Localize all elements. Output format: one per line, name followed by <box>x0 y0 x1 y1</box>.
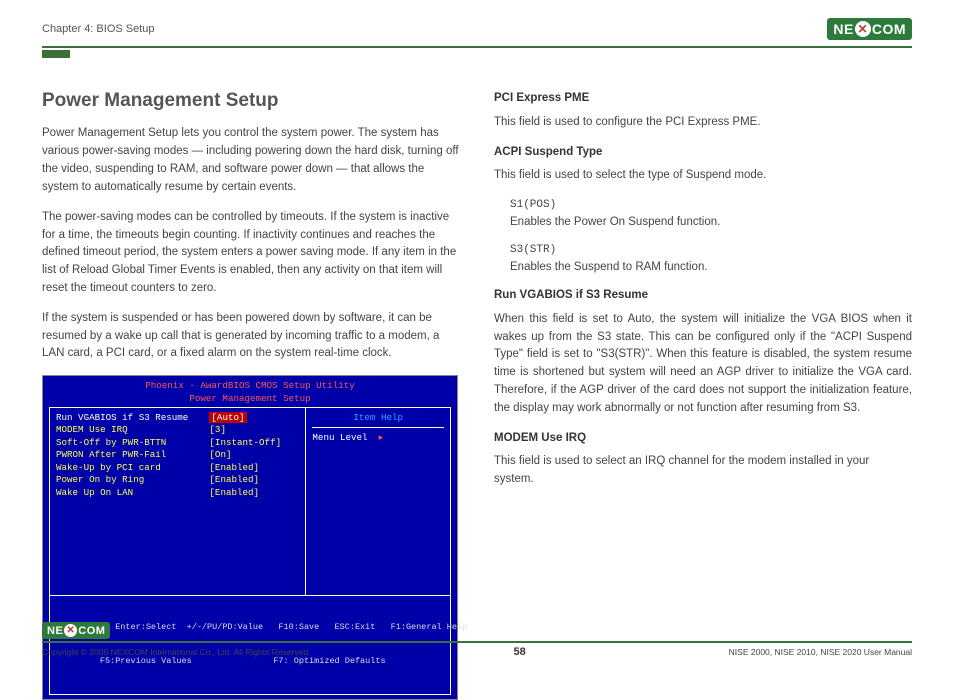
text-vgabios-s3: When this field is set to Auto, the syst… <box>494 311 912 418</box>
def-s3: S3(STR) Enables the Suspend to RAM funct… <box>510 242 912 277</box>
intro-paragraph-2: The power-saving modes can be controlled… <box>42 209 460 298</box>
heading-acpi-suspend: ACPI Suspend Type <box>494 144 912 162</box>
logo-x-icon: ✕ <box>855 21 871 37</box>
copyright-text: Copyright © 2009 NEXCOM International Co… <box>42 647 310 657</box>
header-divider <box>42 46 912 48</box>
logo-x-icon: ✕ <box>64 624 77 637</box>
bios-row-wake-lan: Wake Up On LAN[Enabled] <box>56 487 299 499</box>
brand-logo: NE✕COM <box>827 18 912 40</box>
def-s1: S1(POS) Enables the Power On Suspend fun… <box>510 197 912 232</box>
text-acpi-suspend: This field is used to select the type of… <box>494 167 912 185</box>
manual-name: NISE 2000, NISE 2010, NISE 2020 User Man… <box>729 647 912 657</box>
chapter-label: Chapter 4: BIOS Setup <box>42 23 155 35</box>
footer-logo: NE✕COM <box>42 622 110 639</box>
footer-divider <box>42 641 912 643</box>
content-columns: Power Management Setup Power Management … <box>42 86 912 700</box>
text-pci-pme: This field is used to configure the PCI … <box>494 114 912 132</box>
bios-row-vgabios: Run VGABIOS if S3 Resume [Auto] <box>56 412 299 424</box>
left-column: Power Management Setup Power Management … <box>42 86 460 700</box>
bios-help-pane: Item Help Menu Level ▸ <box>306 407 451 595</box>
bios-body: Run VGABIOS if S3 Resume [Auto] MODEM Us… <box>49 407 451 595</box>
bios-row-modem-irq: MODEM Use IRQ[3] <box>56 424 299 436</box>
bios-help-title: Item Help <box>312 412 444 428</box>
intro-paragraph-1: Power Management Setup lets you control … <box>42 125 460 196</box>
bios-menu-level: Menu Level ▸ <box>312 432 444 444</box>
tab-marker <box>42 50 70 58</box>
right-column: PCI Express PME This field is used to co… <box>494 86 912 700</box>
heading-vgabios-s3: Run VGABIOS if S3 Resume <box>494 287 912 305</box>
bios-row-softoff: Soft-Off by PWR-BTTN[Instant-Off] <box>56 437 299 449</box>
bios-settings-pane: Run VGABIOS if S3 Resume [Auto] MODEM Us… <box>49 407 306 595</box>
arrow-icon: ▸ <box>379 432 384 443</box>
bios-row-power-ring: Power On by Ring[Enabled] <box>56 474 299 486</box>
heading-pci-pme: PCI Express PME <box>494 90 912 108</box>
page-footer: NE✕COM Copyright © 2009 NEXCOM Internati… <box>42 622 912 658</box>
bios-row-pwron: PWRON After PWR-Fail[On] <box>56 449 299 461</box>
bios-title: Phoenix - AwardBIOS CMOS Setup Utility P… <box>43 376 457 407</box>
page-title: Power Management Setup <box>42 86 460 115</box>
page-number: 58 <box>513 646 525 658</box>
page-header: Chapter 4: BIOS Setup NE✕COM <box>42 18 912 44</box>
heading-modem-irq: MODEM Use IRQ <box>494 430 912 448</box>
text-modem-irq: This field is used to select an IRQ chan… <box>494 453 912 489</box>
bios-row-wake-pci: Wake-Up by PCI card[Enabled] <box>56 462 299 474</box>
intro-paragraph-3: If the system is suspended or has been p… <box>42 310 460 363</box>
